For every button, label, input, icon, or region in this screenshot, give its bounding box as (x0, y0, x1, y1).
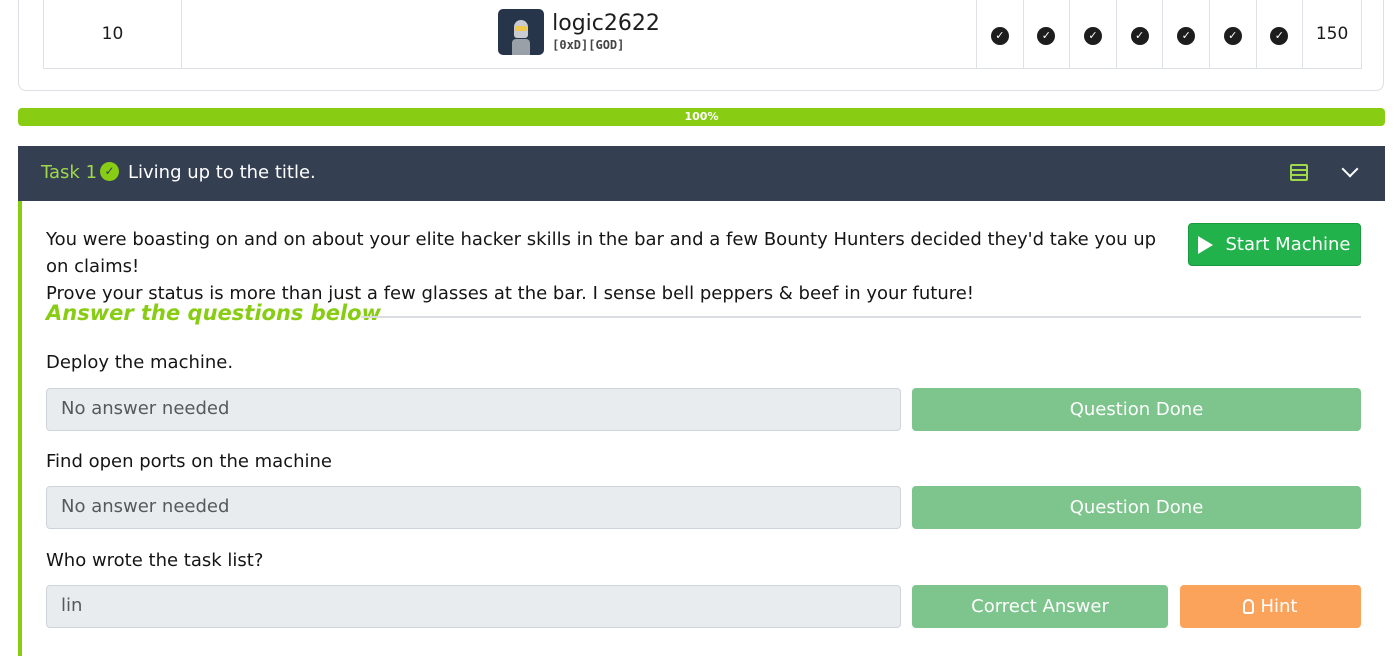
task-check-cell: ✓ (1115, 0, 1164, 69)
task-header[interactable]: Task 1 ✓ Living up to the title. (18, 146, 1385, 201)
task-number: Task 1 (41, 162, 98, 183)
task-body: You were boasting on and on about your e… (18, 201, 1385, 656)
task-check-cell: ✓ (976, 0, 1024, 69)
points-cell: 150 (1302, 0, 1362, 69)
play-icon (1198, 235, 1214, 254)
user-tag: [0xD][GOD] (552, 38, 625, 53)
leaderboard-card: 10 logic2622 [0xD][GOD] ✓ ✓ ✓ ✓ ✓ ✓ ✓ 15… (18, 0, 1384, 91)
lightbulb-icon (1243, 599, 1255, 614)
question-label: Who wrote the task list? (46, 550, 264, 571)
username[interactable]: logic2622 (552, 13, 660, 35)
answer-field[interactable]: lin (46, 585, 901, 628)
task-complete-icon: ✓ (100, 162, 119, 181)
section-heading: Answer the questions below (46, 301, 382, 325)
correct-answer-button[interactable]: Correct Answer (912, 585, 1168, 628)
hint-button[interactable]: Hint (1180, 585, 1361, 628)
leaderboard-table: 10 logic2622 [0xD][GOD] ✓ ✓ ✓ ✓ ✓ ✓ ✓ 15… (43, 0, 1362, 69)
hint-label: Hint (1260, 596, 1298, 617)
task-description: You were boasting on and on about your e… (46, 226, 1166, 307)
rank-cell: 10 (43, 0, 182, 69)
user-info[interactable]: logic2622 [0xD][GOD] (498, 9, 660, 56)
task-check-cell: ✓ (1022, 0, 1071, 69)
start-machine-button[interactable]: Start Machine (1188, 223, 1361, 266)
check-circle-icon: ✓ (1270, 26, 1289, 45)
check-circle-icon: ✓ (1177, 26, 1196, 45)
chevron-down-icon[interactable] (1341, 160, 1359, 178)
question-label: Deploy the machine. (46, 352, 234, 373)
task-page: 10 logic2622 [0xD][GOD] ✓ ✓ ✓ ✓ ✓ ✓ ✓ 15… (0, 0, 1400, 656)
leaderboard-row: 10 logic2622 [0xD][GOD] ✓ ✓ ✓ ✓ ✓ ✓ ✓ 15… (43, 0, 1362, 69)
task-check-cell: ✓ (1069, 0, 1117, 69)
answer-field[interactable]: No answer needed (46, 486, 901, 529)
notes-icon[interactable] (1290, 164, 1308, 181)
check-circle-icon: ✓ (1083, 26, 1102, 45)
question-label: Find open ports on the machine (46, 451, 332, 472)
task-title: Living up to the title. (128, 162, 316, 183)
check-circle-icon: ✓ (1223, 26, 1242, 45)
question-done-button[interactable]: Question Done (912, 388, 1361, 431)
avatar[interactable] (498, 9, 545, 56)
question-done-button[interactable]: Question Done (912, 486, 1361, 529)
description-line: You were boasting on and on about your e… (46, 229, 1157, 277)
task-check-cell: ✓ (1255, 0, 1304, 69)
user-cell: logic2622 [0xD][GOD] (181, 0, 977, 69)
answer-field[interactable]: No answer needed (46, 388, 901, 431)
check-circle-icon: ✓ (990, 26, 1009, 45)
task-check-cell: ✓ (1162, 0, 1210, 69)
check-circle-icon: ✓ (1130, 26, 1149, 45)
progress-label: 100% (684, 110, 719, 123)
start-machine-label: Start Machine (1225, 234, 1351, 255)
divider (361, 316, 1361, 318)
check-circle-icon: ✓ (1037, 26, 1056, 45)
room-progress-bar: 100% (18, 108, 1385, 126)
task-check-cell: ✓ (1208, 0, 1257, 69)
